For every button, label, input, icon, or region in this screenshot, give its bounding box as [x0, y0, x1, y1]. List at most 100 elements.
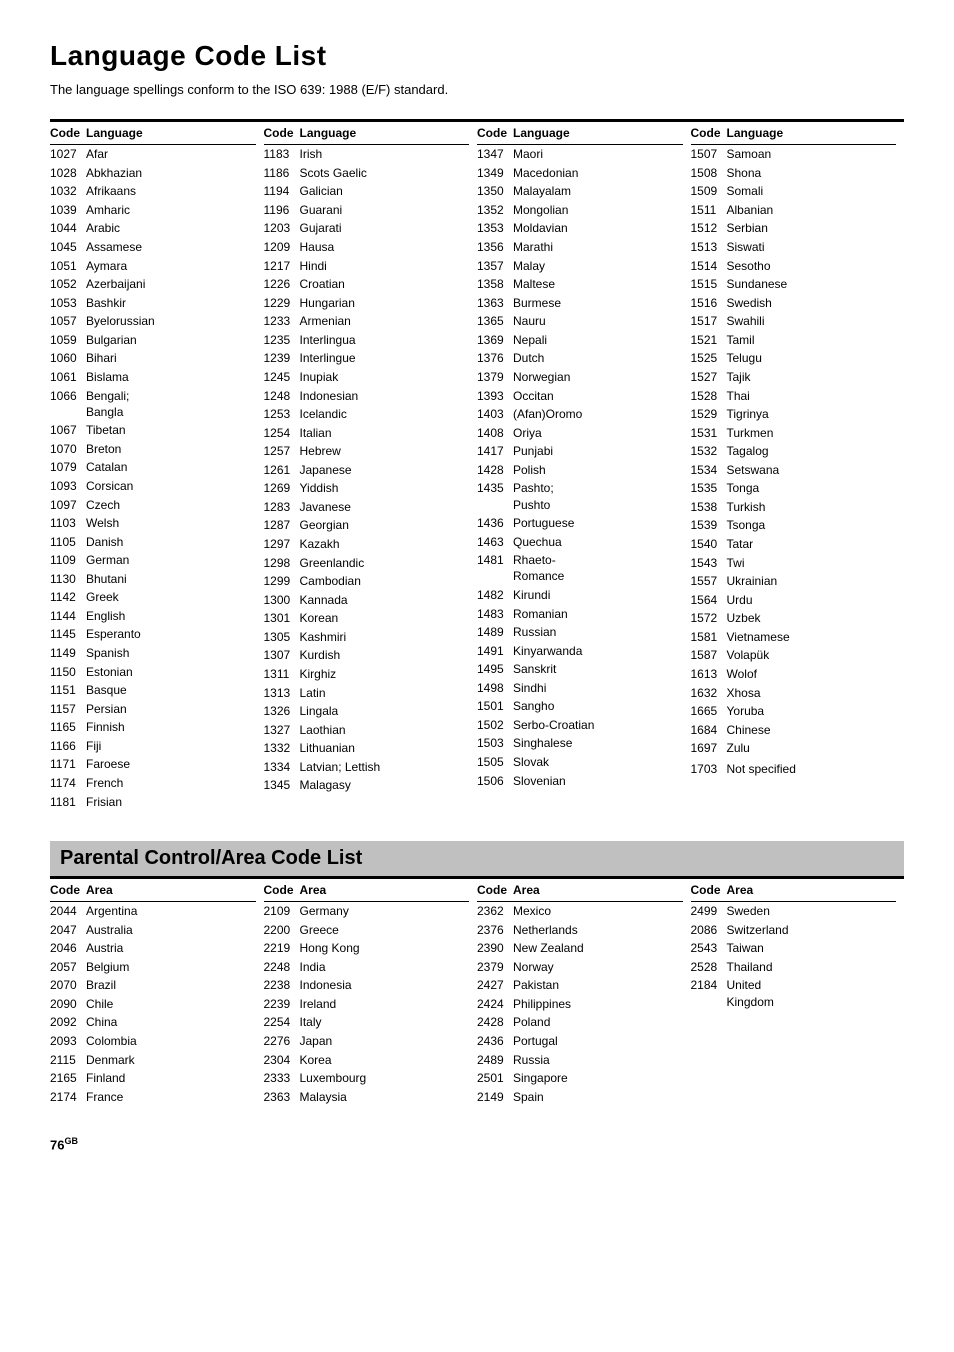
lang-row: 1684Chinese	[691, 720, 897, 739]
lang-row: 1209Hausa	[264, 238, 470, 257]
lang-row: 1534Setswana	[691, 461, 897, 480]
area-row: 2115Denmark	[50, 1050, 256, 1069]
area-row: 2436Portugal	[477, 1032, 683, 1051]
lang-row: 1061Bislama	[50, 368, 256, 387]
lang-row: 1349Macedonian	[477, 164, 683, 183]
lang-row: 1507Samoan	[691, 145, 897, 164]
area-row: 2149Spain	[477, 1088, 683, 1107]
lang-row: 1196Guarani	[264, 201, 470, 220]
lang-row: 1248Indonesian	[264, 386, 470, 405]
language-section: CodeLanguage1027Afar1028Abkhazian1032Afr…	[50, 119, 904, 811]
area-row: 2184UnitedKingdom	[691, 976, 897, 1011]
lang-row: 1183Irish	[264, 145, 470, 164]
area-row: 2390New Zealand	[477, 939, 683, 958]
lang-row: 1057Byelorussian	[50, 312, 256, 331]
lang-row: 1305Kashmiri	[264, 628, 470, 647]
lang-row: 1613Wolof	[691, 665, 897, 684]
lang-row: 1142Greek	[50, 588, 256, 607]
lang-row: 1489Russian	[477, 623, 683, 642]
lang-row: 1506Slovenian	[477, 771, 683, 790]
lang-row: 1538Turkish	[691, 498, 897, 517]
parental-table-block: CodeArea2044Argentina2047Australia2046Au…	[50, 876, 904, 1106]
lang-row: 1525Telugu	[691, 349, 897, 368]
language-table: CodeLanguage1027Afar1028Abkhazian1032Afr…	[50, 122, 904, 811]
lang-row: 1297Kazakh	[264, 535, 470, 554]
lang-row: 1151Basque	[50, 681, 256, 700]
area-table: CodeArea2044Argentina2047Australia2046Au…	[50, 879, 904, 1106]
lang-row: 1532Tagalog	[691, 442, 897, 461]
area-row: 2092China	[50, 1013, 256, 1032]
area-row: 2047Australia	[50, 920, 256, 939]
lang-row: 1287Georgian	[264, 516, 470, 535]
lang-row: 1257Hebrew	[264, 442, 470, 461]
lang-row: 1254Italian	[264, 423, 470, 442]
area-row: 2489Russia	[477, 1050, 683, 1069]
lang-row: 1540Tatar	[691, 535, 897, 554]
lang-col-0: CodeLanguage1027Afar1028Abkhazian1032Afr…	[50, 122, 264, 811]
lang-row: 1379Norwegian	[477, 368, 683, 387]
area-row: 2501Singapore	[477, 1069, 683, 1088]
area-row: 2046Austria	[50, 939, 256, 958]
lang-row: 1130Bhutani	[50, 570, 256, 589]
lang-row: 1417Punjabi	[477, 442, 683, 461]
area-row: 2248India	[264, 958, 470, 977]
lang-row: 1358Maltese	[477, 275, 683, 294]
lang-row: 1483Romanian	[477, 604, 683, 623]
lang-row: 1587Volapük	[691, 646, 897, 665]
area-row: 2165Finland	[50, 1069, 256, 1088]
lang-row: 1491Kinyarwanda	[477, 641, 683, 660]
lang-row: 1632Xhosa	[691, 683, 897, 702]
page-number: 76GB	[50, 1136, 904, 1152]
area-row: 2428Poland	[477, 1013, 683, 1032]
lang-row: 1353Moldavian	[477, 219, 683, 238]
lang-row: 1109German	[50, 551, 256, 570]
lang-row: 1517Swahili	[691, 312, 897, 331]
lang-row: 1245Inupiak	[264, 368, 470, 387]
lang-row: 1436Portuguese	[477, 514, 683, 533]
lang-row: 1307Kurdish	[264, 646, 470, 665]
lang-row: 1481Rhaeto-Romance	[477, 551, 683, 586]
lang-row: 1393Occitan	[477, 386, 683, 405]
lang-row: 1508Shona	[691, 164, 897, 183]
area-row: 2090Chile	[50, 995, 256, 1014]
lang-row: 1514Sesotho	[691, 256, 897, 275]
lang-row: 1269Yiddish	[264, 479, 470, 498]
lang-row: 1105Danish	[50, 532, 256, 551]
lang-row: 1703Not specified	[691, 760, 897, 779]
area-col-1: CodeArea2109Germany2200Greece2219Hong Ko…	[264, 879, 478, 1106]
lang-row: 1032Afrikaans	[50, 182, 256, 201]
area-row: 2174France	[50, 1088, 256, 1107]
lang-row: 1535Tonga	[691, 479, 897, 498]
area-col-3: CodeArea2499Sweden2086Switzerland2543Tai…	[691, 879, 905, 1106]
lang-row: 1311Kirghiz	[264, 665, 470, 684]
lang-row: 1066Bengali;Bangla	[50, 386, 256, 421]
lang-row: 1369Nepali	[477, 331, 683, 350]
lang-row: 1103Welsh	[50, 514, 256, 533]
lang-row: 1564Urdu	[691, 591, 897, 610]
lang-row: 1079Catalan	[50, 458, 256, 477]
lang-col-3: CodeLanguage1507Samoan1508Shona1509Somal…	[691, 122, 905, 811]
lang-row: 1543Twi	[691, 553, 897, 572]
lang-row: 1363Burmese	[477, 294, 683, 313]
lang-row: 1070Breton	[50, 440, 256, 459]
lang-row: 1313Latin	[264, 683, 470, 702]
lang-row: 1174French	[50, 774, 256, 793]
lang-row: 1403(Afan)Oromo	[477, 405, 683, 424]
area-row: 2362Mexico	[477, 901, 683, 920]
lang-row: 1356Marathi	[477, 238, 683, 257]
lang-row: 1435Pashto;Pushto	[477, 479, 683, 514]
area-row: 2528Thailand	[691, 958, 897, 977]
lang-row: 1528Thai	[691, 386, 897, 405]
lang-row: 1060Bihari	[50, 349, 256, 368]
lang-row: 1347Maori	[477, 145, 683, 164]
lang-row: 1512Serbian	[691, 219, 897, 238]
lang-row: 1501Sangho	[477, 697, 683, 716]
area-row: 2543Taiwan	[691, 939, 897, 958]
lang-row: 1300Kannada	[264, 591, 470, 610]
lang-row: 1217Hindi	[264, 256, 470, 275]
lang-row: 1052Azerbaijani	[50, 275, 256, 294]
lang-row: 1233Armenian	[264, 312, 470, 331]
lang-row: 1516Swedish	[691, 294, 897, 313]
lang-row: 1531Turkmen	[691, 423, 897, 442]
lang-row: 1226Croatian	[264, 275, 470, 294]
